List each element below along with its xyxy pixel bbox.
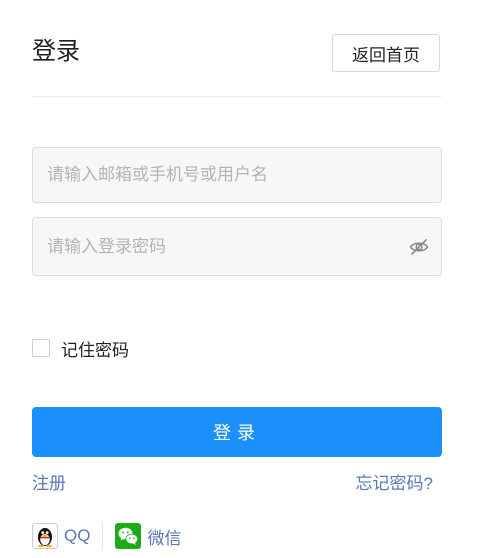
remember-checkbox[interactable] [32, 339, 50, 357]
remember-password-option[interactable]: 记住密码 [32, 337, 129, 360]
eye-slash-icon[interactable] [409, 238, 429, 256]
register-link[interactable]: 注册 [32, 472, 66, 496]
qq-penguin-icon [32, 523, 58, 549]
password-field[interactable] [32, 217, 442, 276]
social-login: QQ 微信 [32, 522, 181, 550]
page-title: 登录 [32, 38, 80, 65]
header-divider [32, 96, 442, 97]
login-button[interactable]: 登录 [32, 407, 442, 457]
wechat-login[interactable]: 微信 [115, 523, 181, 549]
qq-login[interactable]: QQ [32, 523, 90, 549]
remember-label: 记住密码 [61, 340, 129, 360]
social-divider [102, 522, 104, 550]
wechat-icon [115, 523, 142, 549]
account-input[interactable] [33, 148, 441, 202]
wechat-label: 微信 [147, 528, 182, 548]
forgot-password-link[interactable]: 忘记密码? [356, 472, 433, 496]
back-home-button[interactable]: 返回首页 [332, 34, 440, 72]
account-field[interactable] [32, 147, 442, 203]
qq-label: QQ [64, 526, 91, 545]
password-input[interactable] [33, 218, 441, 275]
